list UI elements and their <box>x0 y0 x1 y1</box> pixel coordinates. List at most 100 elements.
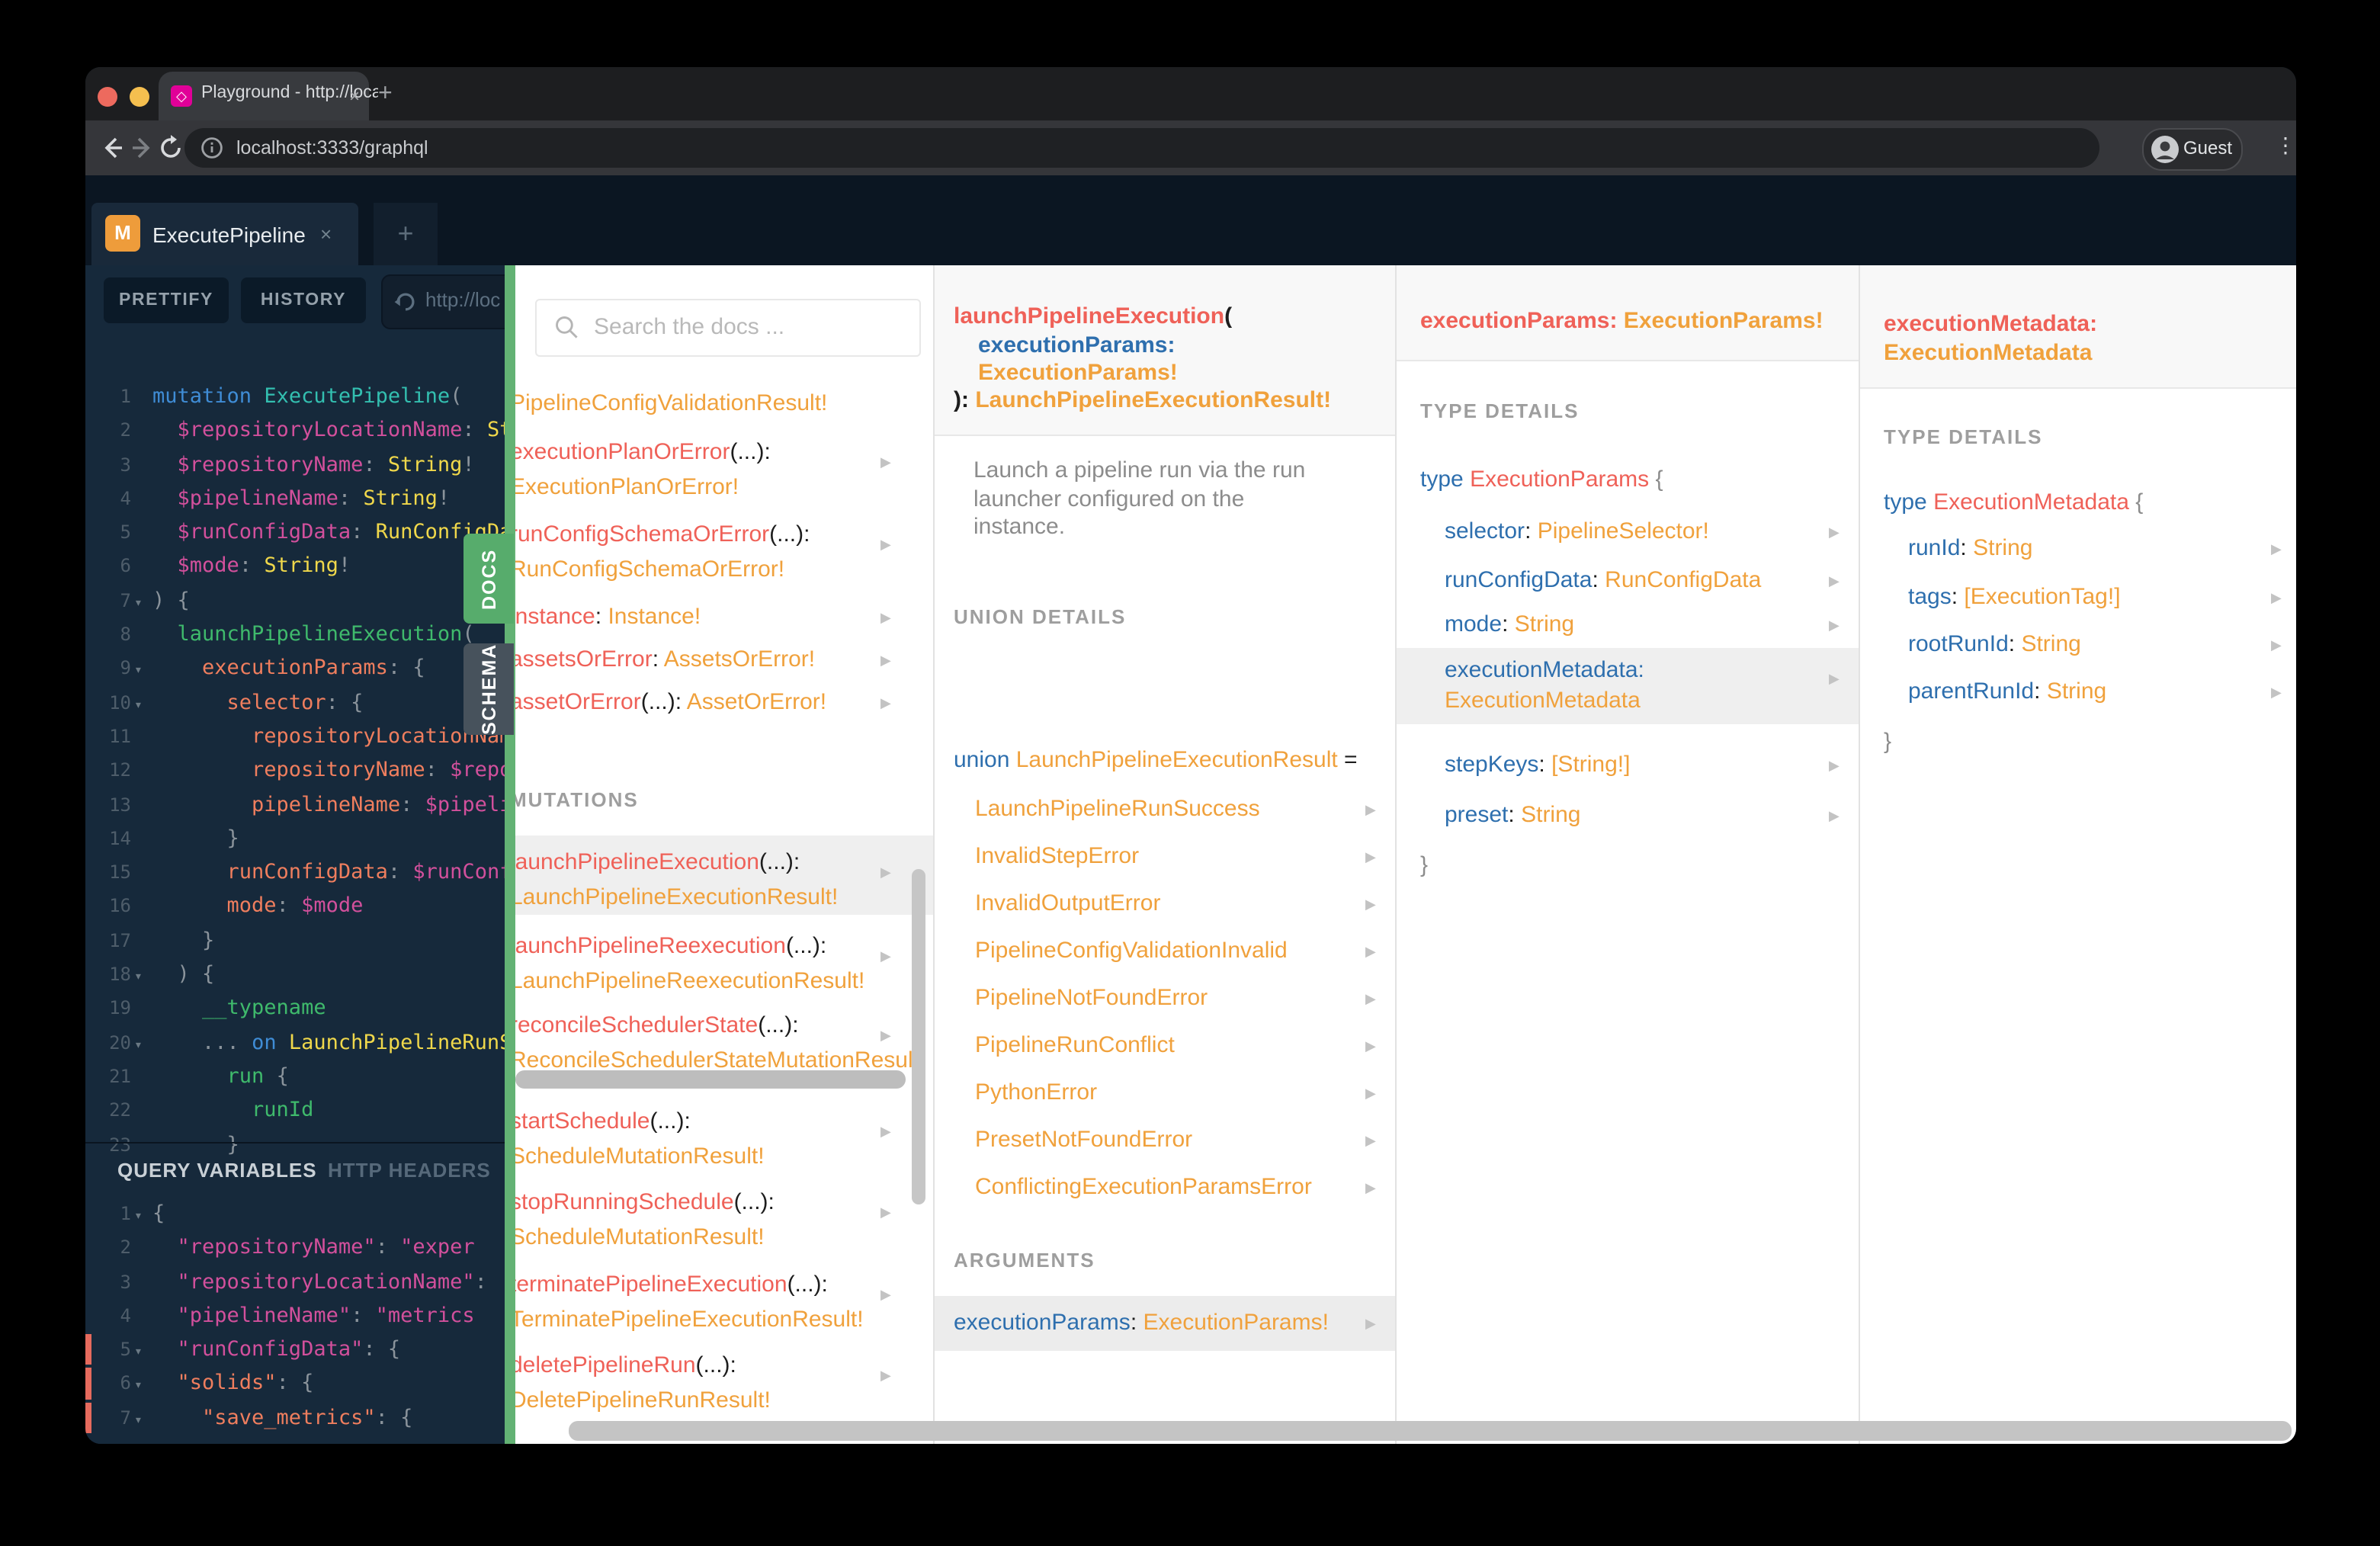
history-button[interactable]: HISTORY <box>241 277 366 323</box>
column-vertical-scrollbar[interactable] <box>911 869 925 1204</box>
chevron-right-icon: ▶ <box>880 610 891 625</box>
docs-field-item[interactable]: instance: Instance! <box>515 604 701 630</box>
endpoint-input[interactable]: http://loc <box>381 274 508 329</box>
docs-mutation-item[interactable]: reconcileSchedulerState(...): <box>515 1012 799 1038</box>
site-info-icon[interactable] <box>200 136 224 160</box>
docs-field-type: RunConfigSchemaOrError! <box>515 556 785 582</box>
field-description: Launch a pipeline run via the run launch… <box>973 457 1306 540</box>
union-member[interactable]: LaunchPipelineRunSuccess <box>975 796 1260 822</box>
query-editor-pane: PRETTIFY HISTORY http://loc 1 mutation Ex… <box>85 265 508 1444</box>
docs-search-input[interactable]: Search the docs ... <box>534 299 920 357</box>
docs-mutation-item[interactable]: stopRunningSchedule(...): <box>515 1189 775 1215</box>
traffic-close-button[interactable] <box>98 87 117 107</box>
docs-mutation-type: DeletePipelineRunResult! <box>515 1387 771 1413</box>
screenshot-root: ◇ Playground - http://localhost:3 × + lo… <box>0 0 2380 1546</box>
address-bar[interactable]: localhost:3333/graphql <box>184 128 2099 168</box>
new-tab-button[interactable]: + <box>378 79 393 110</box>
chevron-right-icon: ▶ <box>1365 1086 1376 1101</box>
field-signature-line1: launchPipelineExecution( <box>954 303 1233 329</box>
docs-mutation-item[interactable]: launchPipelineReexecution(...): <box>515 933 826 959</box>
argument-item[interactable]: executionParams: ExecutionParams! <box>954 1310 1329 1336</box>
chevron-right-icon: ▶ <box>880 653 891 668</box>
docs-field-item[interactable]: executionPlanOrError(...): <box>515 439 771 465</box>
docs-mutation-item[interactable]: terminatePipelineExecution(...): <box>515 1272 828 1297</box>
tab-close-icon[interactable]: × <box>349 84 360 108</box>
docs-mutation-item[interactable]: deletePipelineRun(...): <box>515 1352 736 1378</box>
field-signature-arg: executionParams: <box>978 332 1176 358</box>
type-field[interactable]: runId: String <box>1908 535 2032 561</box>
type-field[interactable]: mode: String <box>1445 611 1574 637</box>
docs-field-type: ExecutionPlanOrError! <box>515 474 739 500</box>
docs-column-field-detail: launchPipelineExecution( executionParams… <box>932 265 1396 1444</box>
chevron-right-icon: ▶ <box>1365 849 1376 864</box>
type-field[interactable]: stepKeys: [String!] <box>1445 752 1630 778</box>
query-variables-editor[interactable]: 1 ▾{2 "repositoryName": "exper 3 "reposito… <box>85 1197 508 1435</box>
docs-column-executionparams: executionParams: ExecutionParams! TYPE D… <box>1394 265 1859 1444</box>
type-field-selected[interactable]: executionMetadata: <box>1445 657 1644 683</box>
playground-tab[interactable]: M ExecutePipeline × <box>91 203 358 265</box>
mutation-badge: M <box>105 215 140 252</box>
docs-mutation-type: LaunchPipelineExecutionResult! <box>515 884 839 910</box>
chevron-right-icon: ▶ <box>1365 944 1376 959</box>
type-field[interactable]: parentRunId: String <box>1908 678 2106 704</box>
tab-schema[interactable]: SCHEMA <box>463 643 514 735</box>
playground-new-tab-button[interactable]: + <box>374 203 438 265</box>
type-field[interactable]: selector: PipelineSelector! <box>1445 518 1709 544</box>
mutations-section-header: MUTATIONS <box>515 788 639 811</box>
docs-panel-edge[interactable] <box>505 265 515 1444</box>
union-member[interactable]: PresetNotFoundError <box>975 1127 1192 1153</box>
docs-field-item[interactable]: assetsOrError: AssetsOrError! <box>515 646 815 672</box>
docs-mutation-item-selected[interactable]: launchPipelineExecution(...): <box>515 849 800 875</box>
union-member[interactable]: PipelineRunConflict <box>975 1032 1175 1058</box>
browser-tab[interactable]: ◇ Playground - http://localhost:3 × <box>159 72 378 120</box>
prettify-button[interactable]: PRETTIFY <box>104 277 229 323</box>
docs-partial-type: PipelineConfigValidationResult! <box>515 390 828 416</box>
browser-menu-icon[interactable]: ⋮ <box>2275 133 2296 159</box>
endpoint-url: http://loc <box>425 288 501 311</box>
reload-icon[interactable] <box>156 133 186 163</box>
tab-http-headers[interactable]: HTTP HEADERS <box>328 1159 491 1182</box>
chevron-right-icon: ▶ <box>880 537 891 552</box>
docs-column-executionmetadata: executionMetadata: ExecutionMetadata TYP… <box>1858 265 2296 1444</box>
profile-button[interactable]: Guest <box>2142 128 2243 171</box>
tab-docs[interactable]: DOCS <box>463 534 514 624</box>
docs-mutation-type: ScheduleMutationResult! <box>515 1224 765 1250</box>
forward-icon[interactable] <box>127 133 157 163</box>
type-declaration: type ExecutionMetadata { <box>1884 489 2144 515</box>
docs-mutation-item[interactable]: startSchedule(...): <box>515 1108 691 1134</box>
type-field[interactable]: preset: String <box>1445 802 1580 828</box>
docs-mutation-type: LaunchPipelineReexecutionResult! <box>515 968 865 994</box>
docs-mutation-type: TerminatePipelineExecutionResult! <box>515 1307 864 1333</box>
docs-field-item[interactable]: runConfigSchemaOrError(...): <box>515 521 810 547</box>
type-field[interactable]: tags: [ExecutionTag!] <box>1908 584 2121 610</box>
refresh-endpoint-icon[interactable] <box>392 288 419 316</box>
union-member[interactable]: InvalidOutputError <box>975 890 1160 916</box>
union-member[interactable]: PipelineNotFoundError <box>975 985 1208 1011</box>
union-member[interactable]: PipelineConfigValidationInvalid <box>975 938 1288 964</box>
type-field[interactable]: runConfigData: RunConfigData <box>1445 567 1761 593</box>
union-member[interactable]: InvalidStepError <box>975 843 1139 869</box>
tab-query-variables[interactable]: QUERY VARIABLES <box>117 1159 317 1182</box>
url-text: localhost:3333/graphql <box>236 136 428 158</box>
graphql-query-editor[interactable]: 1 mutation ExecutePipeline(2 $repositoryL… <box>85 380 508 1162</box>
chevron-right-icon: ▶ <box>880 1204 891 1220</box>
docs-field-item[interactable]: assetOrError(...): AssetOrError! <box>515 689 826 715</box>
playground-tab-close-icon[interactable]: × <box>320 223 332 245</box>
arguments-section-header: ARGUMENTS <box>954 1249 1095 1272</box>
union-member[interactable]: PythonError <box>975 1079 1097 1105</box>
type-field[interactable]: rootRunId: String <box>1908 631 2081 657</box>
type-details-header: TYPE DETAILS <box>1420 399 1580 422</box>
chevron-right-icon: ▶ <box>2271 541 2282 556</box>
union-member[interactable]: ConflictingExecutionParamsError <box>975 1174 1312 1200</box>
traffic-minimize-button[interactable] <box>130 87 149 107</box>
field-signature-return: ): LaunchPipelineExecutionResult! <box>954 387 1332 413</box>
chevron-right-icon: ▶ <box>1829 524 1840 540</box>
column-horizontal-scrollbar[interactable] <box>515 1070 905 1089</box>
type-declaration: type ExecutionParams { <box>1420 467 1663 492</box>
back-icon[interactable] <box>98 133 128 163</box>
chevron-right-icon: ▶ <box>1365 896 1376 912</box>
chevron-right-icon: ▶ <box>1829 617 1840 633</box>
chevron-right-icon: ▶ <box>880 1124 891 1139</box>
docs-panel: Search the docs ... PipelineConfigValida… <box>515 265 2296 1444</box>
docs-horizontal-scrollbar[interactable] <box>568 1421 2291 1441</box>
